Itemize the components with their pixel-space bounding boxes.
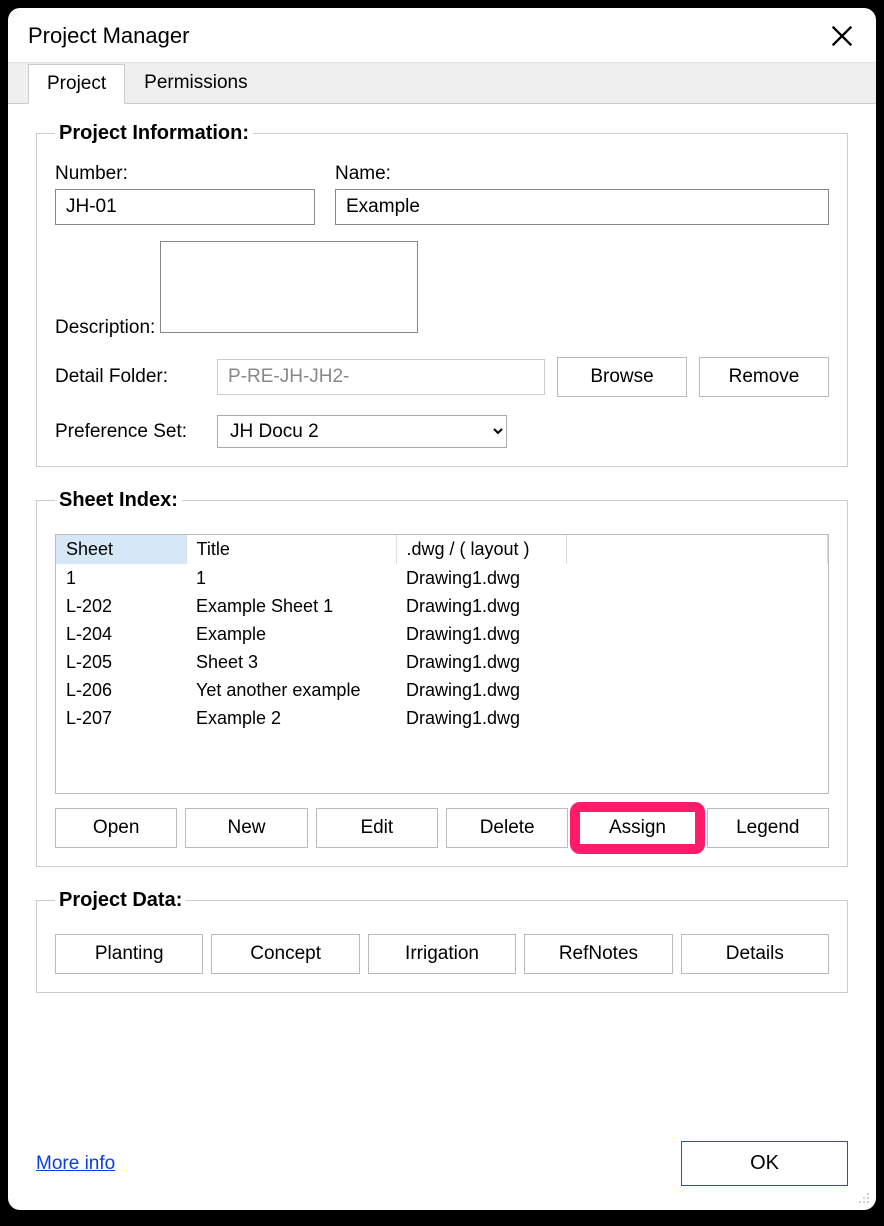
detail-folder-label: Detail Folder: <box>55 366 205 388</box>
col-sheet[interactable]: Sheet <box>56 535 186 564</box>
description-field[interactable] <box>160 241 418 333</box>
ok-button[interactable]: OK <box>681 1141 848 1186</box>
sheet-index-group: Sheet Index: Sheet Title .dwg / ( layout… <box>36 489 848 867</box>
project-data-legend: Project Data: <box>55 889 186 912</box>
refnotes-button[interactable]: RefNotes <box>524 934 672 974</box>
cell-dwg: Drawing1.dwg <box>396 648 566 676</box>
delete-button[interactable]: Delete <box>446 808 568 848</box>
sheet-table[interactable]: Sheet Title .dwg / ( layout ) 11Drawing1… <box>55 534 829 794</box>
col-dwg[interactable]: .dwg / ( layout ) <box>396 535 566 564</box>
preference-set-select[interactable]: JH Docu 2 <box>217 415 507 448</box>
project-manager-window: Project Manager Project Permissions Proj… <box>8 8 876 1210</box>
cell-dwg: Drawing1.dwg <box>396 564 566 592</box>
cell-dwg: Drawing1.dwg <box>396 676 566 704</box>
table-row[interactable]: 11Drawing1.dwg <box>56 564 828 592</box>
cell-dwg: Drawing1.dwg <box>396 592 566 620</box>
cell-sheet: L-206 <box>56 676 186 704</box>
resize-grip-icon[interactable] <box>854 1188 870 1204</box>
cell-sheet: L-207 <box>56 704 186 732</box>
tabstrip: Project Permissions <box>8 62 876 103</box>
dialog-footer: More info OK <box>8 1141 876 1210</box>
remove-button[interactable]: Remove <box>699 357 829 397</box>
tab-project[interactable]: Project <box>28 64 125 104</box>
table-row[interactable]: L-206Yet another exampleDrawing1.dwg <box>56 676 828 704</box>
project-info-legend: Project Information: <box>55 122 253 145</box>
cell-title: Example <box>186 620 396 648</box>
cell-title: Sheet 3 <box>186 648 396 676</box>
cell-dwg: Drawing1.dwg <box>396 704 566 732</box>
table-row[interactable]: L-204ExampleDrawing1.dwg <box>56 620 828 648</box>
tab-permissions[interactable]: Permissions <box>125 63 266 103</box>
cell-title: Example Sheet 1 <box>186 592 396 620</box>
irrigation-button[interactable]: Irrigation <box>368 934 516 974</box>
sheet-index-legend: Sheet Index: <box>55 489 182 512</box>
more-info-link[interactable]: More info <box>36 1153 115 1175</box>
close-icon[interactable] <box>828 22 856 50</box>
detail-folder-field <box>217 359 545 395</box>
titlebar: Project Manager <box>8 8 876 62</box>
table-row[interactable]: L-202Example Sheet 1Drawing1.dwg <box>56 592 828 620</box>
browse-button[interactable]: Browse <box>557 357 687 397</box>
new-button[interactable]: New <box>185 808 307 848</box>
cell-sheet: L-205 <box>56 648 186 676</box>
window-title: Project Manager <box>28 23 189 49</box>
edit-button[interactable]: Edit <box>316 808 438 848</box>
tab-content-project: Project Information: Number: Name: Descr… <box>8 103 876 1141</box>
cell-title: 1 <box>186 564 396 592</box>
open-button[interactable]: Open <box>55 808 177 848</box>
cell-sheet: L-204 <box>56 620 186 648</box>
name-label: Name: <box>335 163 829 185</box>
cell-sheet: 1 <box>56 564 186 592</box>
legend-button[interactable]: Legend <box>707 808 829 848</box>
number-label: Number: <box>55 163 315 185</box>
name-field[interactable] <box>335 189 829 225</box>
cell-dwg: Drawing1.dwg <box>396 620 566 648</box>
table-row[interactable]: L-207Example 2Drawing1.dwg <box>56 704 828 732</box>
details-button[interactable]: Details <box>681 934 829 974</box>
cell-sheet: L-202 <box>56 592 186 620</box>
description-label: Description: <box>55 317 155 338</box>
concept-button[interactable]: Concept <box>211 934 359 974</box>
cell-title: Example 2 <box>186 704 396 732</box>
planting-button[interactable]: Planting <box>55 934 203 974</box>
table-row[interactable]: L-205Sheet 3Drawing1.dwg <box>56 648 828 676</box>
preference-set-label: Preference Set: <box>55 421 205 443</box>
col-spacer <box>566 535 828 564</box>
col-title[interactable]: Title <box>186 535 396 564</box>
project-data-group: Project Data: Planting Concept Irrigatio… <box>36 889 848 993</box>
assign-button[interactable]: Assign <box>576 808 698 848</box>
project-information-group: Project Information: Number: Name: Descr… <box>36 122 848 467</box>
cell-title: Yet another example <box>186 676 396 704</box>
number-field[interactable] <box>55 189 315 225</box>
